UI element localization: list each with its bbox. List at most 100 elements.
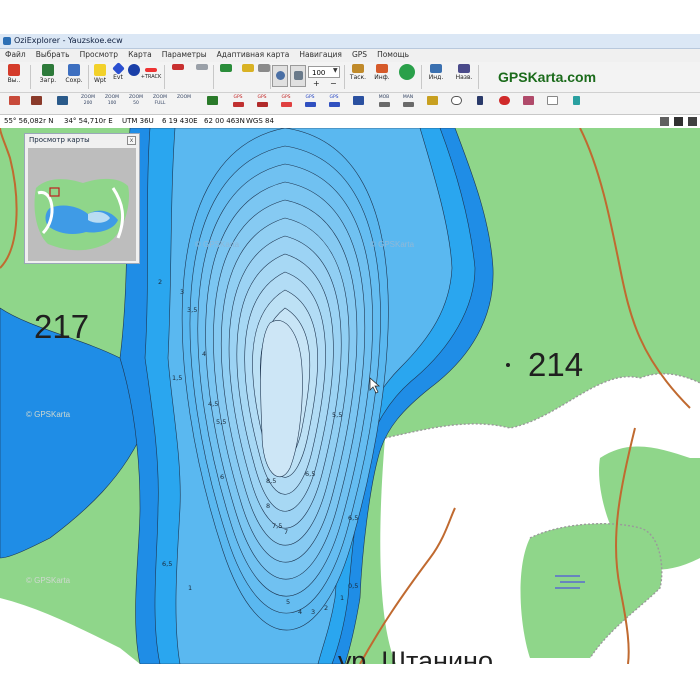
menu-navigation[interactable]: Навигация — [294, 49, 347, 61]
zoom-in-button[interactable] — [272, 65, 288, 87]
status-icon-1[interactable] — [660, 117, 669, 126]
gps-waypoint-button[interactable]: GPS — [228, 95, 248, 113]
mob-button[interactable]: MOB — [374, 95, 394, 113]
depth-label: 3 — [311, 608, 316, 616]
zoom-200-label: ZOOM 200 — [80, 95, 96, 106]
gps-upload-button[interactable]: GPS — [300, 95, 320, 113]
save-button[interactable]: Сохр. — [62, 62, 86, 90]
zoom-custom-button[interactable]: ZOOM — [174, 95, 194, 113]
gps-send-button[interactable]: GPS — [324, 95, 344, 113]
map-preview-panel[interactable]: Просмотр карты x — [24, 133, 140, 264]
mob-icon — [378, 102, 390, 107]
zoom-minus-icon[interactable]: − — [330, 79, 337, 88]
gps-nav-1-button[interactable] — [202, 95, 222, 113]
gps-route-button[interactable]: GPS — [252, 95, 272, 113]
ozi-window: OziExplorer - Yauzskoe.ecw Файл Выбрать Пр… — [0, 34, 700, 664]
exit-icon — [8, 64, 20, 76]
status-icon-3[interactable] — [688, 117, 697, 126]
zoom-50-button[interactable]: ZOOM 50 — [126, 95, 146, 113]
chevron-down-icon[interactable]: ▼ — [333, 67, 338, 74]
zoom-50-label: ZOOM 50 — [128, 95, 144, 106]
gps-send-label: GPS — [329, 95, 339, 100]
arrows-icon — [399, 64, 415, 80]
alarm-icon — [498, 96, 510, 105]
draw-tool-2-button[interactable] — [190, 62, 214, 90]
zoom-full-button[interactable]: ZOOM FULL — [150, 95, 170, 113]
depth-label: 7 — [284, 528, 289, 536]
exit-button[interactable]: Вы.. — [2, 62, 26, 90]
wifi-button[interactable] — [566, 95, 586, 113]
satellite-icon — [30, 96, 42, 105]
index-button[interactable]: Инд. — [424, 62, 448, 90]
track-icon — [145, 68, 157, 72]
move-map-button[interactable] — [394, 62, 420, 90]
alarm-button[interactable] — [494, 95, 514, 113]
chart-button[interactable] — [542, 95, 562, 113]
names-button[interactable]: Назв. — [452, 62, 476, 90]
info-label: Инф. — [374, 74, 390, 81]
chart-icon — [546, 96, 558, 105]
zoom-100-button[interactable]: ZOOM 100 — [102, 95, 122, 113]
menu-gps[interactable]: GPS — [347, 49, 372, 61]
crosshair-button[interactable] — [446, 95, 466, 113]
menu-options[interactable]: Параметры — [157, 49, 212, 61]
photo-icon — [522, 96, 534, 105]
gps-receive-icon — [352, 96, 364, 105]
depth-label: 3,5 — [187, 306, 198, 314]
toolbar-separator — [421, 65, 422, 89]
zoom-window-icon — [293, 71, 303, 80]
man-button[interactable]: MAN — [398, 95, 418, 113]
menu-help[interactable]: Помощь — [372, 49, 414, 61]
load-button[interactable]: Загр. — [36, 62, 60, 90]
gps-track-label: GPS — [281, 95, 291, 100]
exit-label: Вы.. — [7, 77, 21, 84]
title-bar: OziExplorer - Yauzskoe.ecw — [0, 34, 700, 49]
pencil-button[interactable] — [422, 95, 442, 113]
menu-file[interactable]: Файл — [0, 49, 31, 61]
gps-route-icon — [256, 102, 268, 107]
utm-zone: UTM 36U — [122, 117, 154, 125]
waypoint-tool-button[interactable] — [214, 62, 238, 90]
depth-label: 5,5 — [216, 418, 227, 426]
screen-button[interactable] — [52, 95, 72, 113]
easting: 6 19 430E — [162, 117, 198, 125]
info-button[interactable]: Инф. — [370, 62, 394, 90]
depth-label: 8,5 — [266, 477, 277, 485]
load-icon — [42, 64, 54, 76]
toolbar-separator — [344, 65, 345, 89]
drag-button[interactable]: Таск. — [346, 62, 370, 90]
depth-label: 1 — [340, 594, 345, 602]
drag-label: Таск. — [349, 74, 367, 81]
gps-upload-icon — [304, 102, 316, 107]
app-icon — [3, 37, 11, 45]
gps-setup-button[interactable] — [4, 95, 24, 113]
preview-thumbnail[interactable] — [28, 148, 136, 261]
menu-select[interactable]: Выбрать — [31, 49, 75, 61]
menu-map[interactable]: Карта — [123, 49, 157, 61]
anchor-button[interactable] — [470, 95, 490, 113]
gps-track-button[interactable]: GPS — [276, 95, 296, 113]
watermark: © GPSKarta — [26, 410, 71, 419]
watermark: © GPSKarta — [195, 240, 240, 249]
zoom-window-button[interactable] — [290, 65, 306, 87]
depth-label: 4 — [202, 350, 207, 358]
menu-adaptive-map[interactable]: Адаптивная карта — [212, 49, 295, 61]
zoom-200-button[interactable]: ZOOM 200 — [78, 95, 98, 113]
depth-label: 8 — [266, 502, 271, 510]
gps-connect-button[interactable] — [26, 95, 46, 113]
magnifier-icon — [275, 71, 285, 80]
zoom-plus-icon[interactable]: + — [313, 79, 320, 88]
draw-tool-1-button[interactable] — [166, 62, 190, 90]
gps-upload-label: GPS — [305, 95, 315, 100]
track-button[interactable]: +TRACK — [138, 62, 164, 90]
status-icon-2[interactable] — [674, 117, 683, 126]
gps-receive-button[interactable] — [348, 95, 368, 113]
photo-button[interactable] — [518, 95, 538, 113]
route-icon — [172, 64, 184, 70]
toolbar-separator — [270, 65, 271, 89]
menu-view[interactable]: Просмотр — [75, 49, 124, 61]
gps-track-icon — [280, 102, 292, 107]
close-icon[interactable]: x — [127, 136, 136, 145]
names-icon — [458, 64, 470, 73]
depth-label: 4,5 — [208, 400, 219, 408]
